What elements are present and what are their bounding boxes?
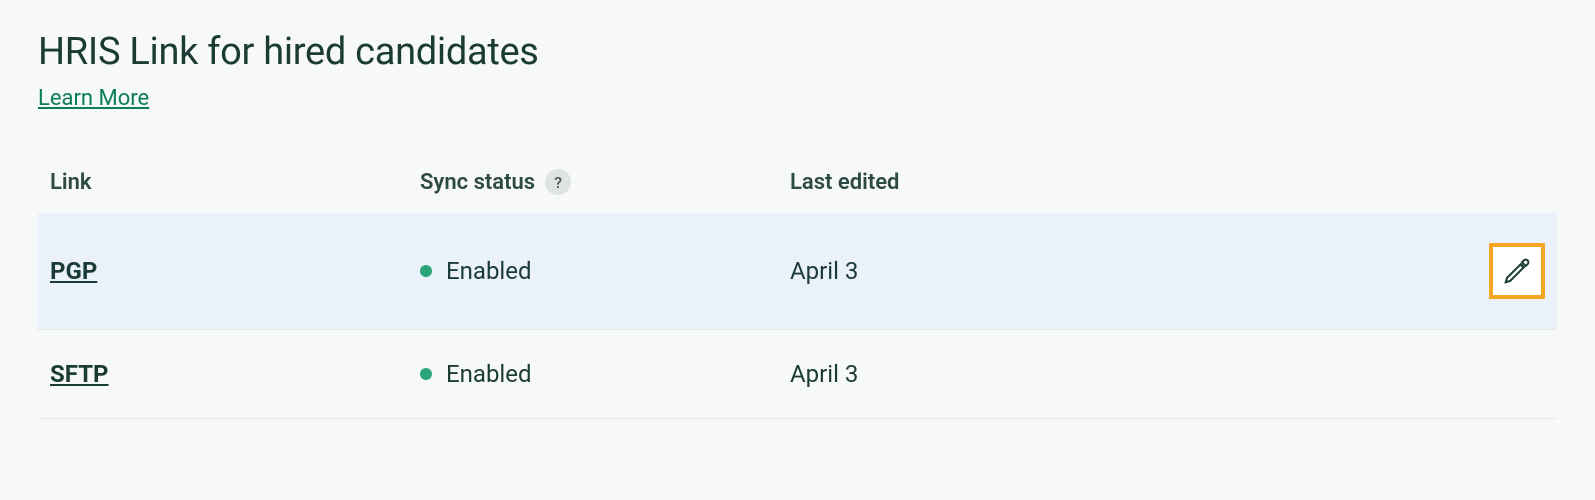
learn-more-link[interactable]: Learn More [38,86,149,111]
column-header-last-edited-label: Last edited [790,170,899,195]
table-row: SFTP Enabled April 3 [38,330,1557,419]
table-header: Link Sync status ? Last edited [38,159,1557,213]
link-name[interactable]: SFTP [50,360,109,388]
table-row: PGP Enabled April 3 [38,213,1557,330]
sync-status-cell: Enabled [420,257,790,285]
link-name[interactable]: PGP [50,257,97,285]
sync-status-text: Enabled [446,257,532,285]
status-dot-icon [420,368,432,380]
pencil-icon [1502,256,1532,286]
sync-status-text: Enabled [446,360,532,388]
column-header-sync-status: Sync status ? [420,169,790,195]
last-edited-text: April 3 [790,257,1455,285]
column-header-sync-status-label: Sync status [420,170,535,195]
edit-button[interactable] [1489,243,1545,299]
sync-status-cell: Enabled [420,360,790,388]
column-header-link: Link [50,170,420,195]
column-header-link-label: Link [50,170,92,195]
page-title: HRIS Link for hired candidates [38,30,1557,74]
help-icon[interactable]: ? [545,169,571,195]
last-edited-text: April 3 [790,360,1455,388]
status-dot-icon [420,265,432,277]
column-header-last-edited: Last edited [790,170,1455,195]
hris-links-table: Link Sync status ? Last edited PGP Enabl… [38,159,1557,419]
